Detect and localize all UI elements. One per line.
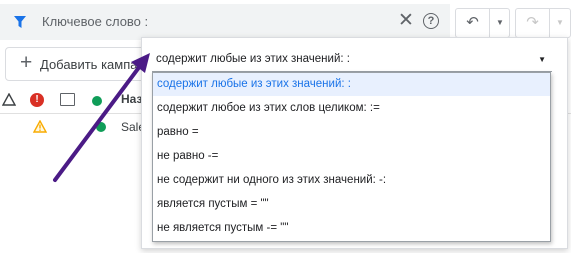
warning-icon [33, 120, 47, 133]
add-campaign-button[interactable]: + Добавить кампа [5, 47, 157, 81]
status-dot-icon [96, 122, 106, 132]
option-is-empty[interactable]: является пустым = "" [153, 193, 550, 216]
option-not-contains[interactable]: не содержит ни одного из этих значений: … [153, 169, 550, 192]
filter-bar[interactable]: Ключевое слово : ✕ ? [0, 4, 450, 40]
option-is-not-empty[interactable]: не является пустым -= "" [153, 217, 550, 240]
redo-icon[interactable]: ↷ [516, 9, 550, 37]
help-icon[interactable]: ? [423, 13, 439, 29]
operator-select[interactable]: содержит любые из этих значений: : ▼ [152, 49, 552, 72]
undo-dropdown-icon[interactable]: ▼ [492, 9, 508, 37]
triangle-icon[interactable] [2, 93, 16, 106]
operator-options-list: содержит любые из этих значений: : содер… [152, 72, 551, 242]
chevron-down-icon[interactable]: ▼ [538, 55, 546, 64]
error-icon[interactable]: ! [30, 93, 44, 107]
option-contains-any-word[interactable]: содержит любое из этих слов целиком: := [153, 97, 550, 120]
redo-button-group[interactable]: ↷ ▼ [515, 8, 571, 38]
column-header-name[interactable]: Наз [121, 92, 142, 106]
plus-icon: + [20, 51, 33, 74]
status-dot-icon[interactable] [92, 96, 102, 106]
clear-icon[interactable]: ✕ [398, 11, 414, 31]
option-equals[interactable]: равно = [153, 121, 550, 144]
undo-icon[interactable]: ↶ [456, 9, 490, 37]
funnel-icon [14, 16, 26, 28]
option-contains-any[interactable]: содержит любые из этих значений: : [153, 73, 550, 96]
redo-dropdown-icon[interactable]: ▼ [552, 9, 568, 37]
comment-icon[interactable] [60, 93, 75, 106]
undo-button-group[interactable]: ↶ ▼ [455, 8, 510, 38]
filter-label: Ключевое слово : [42, 14, 149, 29]
operator-select-value: содержит любые из этих значений: : [156, 53, 350, 65]
option-not-equals[interactable]: не равно -= [153, 145, 550, 168]
add-campaign-label: Добавить кампа [40, 57, 138, 72]
